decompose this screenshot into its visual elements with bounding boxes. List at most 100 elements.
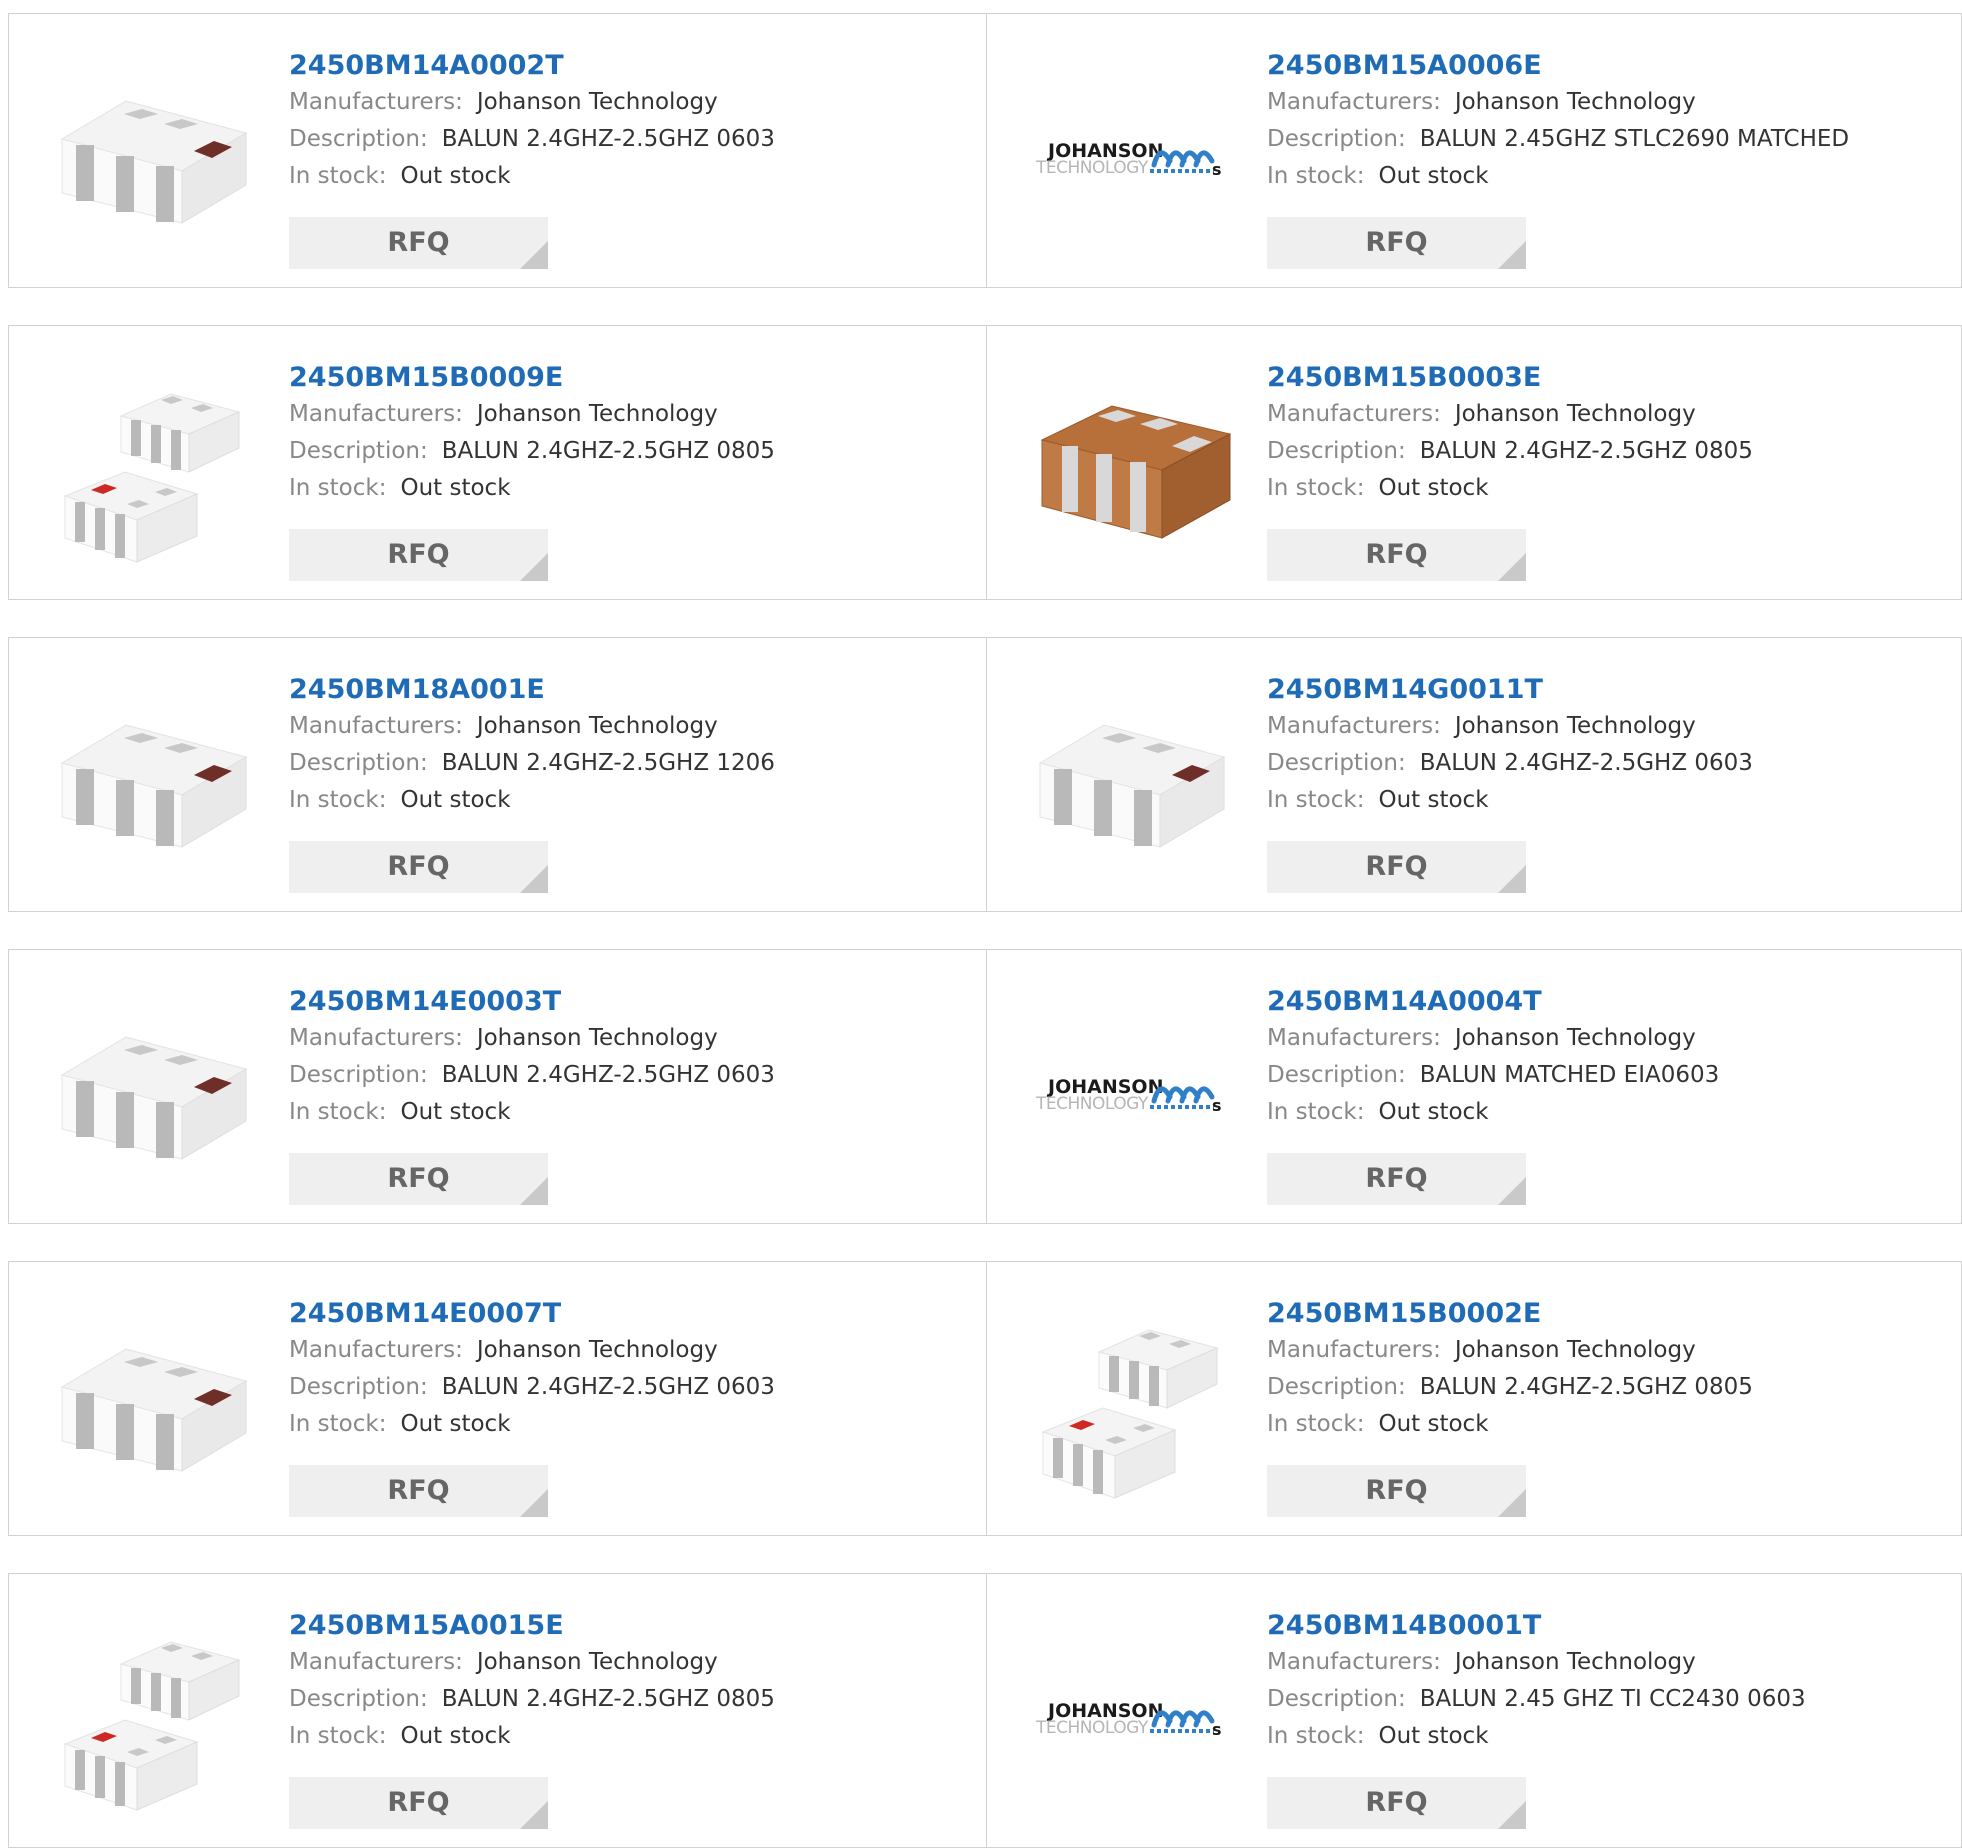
stock-value: Out stock — [1378, 1099, 1489, 1125]
description-label: Description: — [1267, 750, 1406, 776]
rfq-button[interactable]: RFQ — [1267, 1777, 1526, 1829]
in-stock-label: In stock: — [289, 475, 387, 501]
in-stock-label: In stock: — [1267, 1411, 1365, 1437]
white-chip-image[interactable] — [49, 1304, 259, 1514]
stock-value: Out stock — [400, 475, 511, 501]
manufacturers-label: Manufacturers: — [1267, 713, 1441, 739]
description-value: BALUN 2.4GHZ-2.5GHZ 0805 — [1419, 438, 1753, 464]
in-stock-label: In stock: — [289, 1411, 387, 1437]
description-row: Description: BALUN 2.4GHZ-2.5GHZ 0603 — [289, 121, 976, 158]
in-stock-label: In stock: — [1267, 475, 1365, 501]
part-number-link[interactable]: 2450BM18A001E — [289, 672, 976, 708]
description-label: Description: — [289, 750, 428, 776]
description-row: Description: BALUN 2.4GHZ-2.5GHZ 0805 — [1267, 1369, 1951, 1406]
description-value: BALUN 2.4GHZ-2.5GHZ 0603 — [441, 126, 775, 152]
chip-pair-image[interactable] — [1027, 1304, 1237, 1514]
product-card: 2450BM15A0015E Manufacturers: Johanson Te… — [8, 1573, 987, 1848]
manufacturer-value: Johanson Technology — [476, 89, 718, 115]
manufacturers-label: Manufacturers: — [289, 1337, 463, 1363]
stock-row: In stock: Out stock — [1267, 1094, 1951, 1131]
product-card: 2450BM14A0002T Manufacturers: Johanson Te… — [8, 13, 987, 288]
manufacturer-value: Johanson Technology — [476, 1025, 718, 1051]
part-number-link[interactable]: 2450BM14A0004T — [1267, 984, 1951, 1020]
rfq-label: RFQ — [387, 851, 450, 882]
chip-pair-image[interactable] — [49, 1616, 259, 1826]
rfq-label: RFQ — [1365, 539, 1428, 570]
manufacturer-row: Manufacturers: Johanson Technology — [289, 1020, 976, 1057]
product-info: 2450BM14A0004T Manufacturers: Johanson Te… — [1267, 984, 1951, 1131]
description-value: BALUN 2.4GHZ-2.5GHZ 0805 — [441, 438, 775, 464]
stock-row: In stock: Out stock — [289, 470, 976, 507]
rfq-label: RFQ — [387, 539, 450, 570]
manufacturers-label: Manufacturers: — [289, 1649, 463, 1675]
manufacturer-value: Johanson Technology — [1454, 1025, 1696, 1051]
part-number-link[interactable]: 2450BM15B0009E — [289, 360, 976, 396]
manufacturer-value: Johanson Technology — [1454, 713, 1696, 739]
stock-value: Out stock — [1378, 1723, 1489, 1749]
description-row: Description: BALUN 2.4GHZ-2.5GHZ 0805 — [289, 433, 976, 470]
manufacturer-value: Johanson Technology — [476, 713, 718, 739]
svg-text:s: s — [1212, 1096, 1222, 1115]
johanson-logo[interactable]: JOHANSON TECHNOLOGY s — [1027, 56, 1237, 266]
part-number-link[interactable]: 2450BM14G0011T — [1267, 672, 1951, 708]
product-info: 2450BM14B0001T Manufacturers: Johanson Te… — [1267, 1608, 1951, 1755]
in-stock-label: In stock: — [1267, 163, 1365, 189]
description-value: BALUN 2.4GHZ-2.5GHZ 1206 — [441, 750, 775, 776]
white-chip-image[interactable] — [49, 680, 259, 890]
rfq-button[interactable]: RFQ — [1267, 841, 1526, 893]
product-card: 2450BM15B0002E Manufacturers: Johanson Te… — [987, 1261, 1962, 1536]
corner-triangle-icon — [520, 1489, 548, 1517]
svg-text:TECHNOLOGY: TECHNOLOGY — [1035, 1718, 1149, 1738]
stock-row: In stock: Out stock — [289, 158, 976, 195]
manufacturer-row: Manufacturers: Johanson Technology — [1267, 1332, 1951, 1369]
stock-value: Out stock — [400, 1411, 511, 1437]
in-stock-label: In stock: — [289, 1723, 387, 1749]
part-number-link[interactable]: 2450BM15A0015E — [289, 1608, 976, 1644]
rfq-button[interactable]: RFQ — [289, 1153, 548, 1205]
part-number-link[interactable]: 2450BM14E0003T — [289, 984, 976, 1020]
product-card: 2450BM14E0007T Manufacturers: Johanson Te… — [8, 1261, 987, 1536]
white-chip-image[interactable] — [49, 992, 259, 1202]
rfq-button[interactable]: RFQ — [289, 529, 548, 581]
stock-row: In stock: Out stock — [289, 1094, 976, 1131]
manufacturer-row: Manufacturers: Johanson Technology — [1267, 1020, 1951, 1057]
manufacturer-row: Manufacturers: Johanson Technology — [1267, 1644, 1951, 1681]
description-row: Description: BALUN 2.4GHZ-2.5GHZ 0603 — [1267, 745, 1951, 782]
part-number-link[interactable]: 2450BM14A0002T — [289, 48, 976, 84]
white-chip-image[interactable] — [49, 56, 259, 266]
manufacturers-label: Manufacturers: — [1267, 1649, 1441, 1675]
part-number-link[interactable]: 2450BM14E0007T — [289, 1296, 976, 1332]
white-chip-image[interactable] — [1027, 680, 1237, 890]
rfq-button[interactable]: RFQ — [1267, 1465, 1526, 1517]
johanson-logo[interactable]: JOHANSON TECHNOLOGY s — [1027, 992, 1237, 1202]
brown-chip-image[interactable] — [1027, 368, 1237, 578]
stock-row: In stock: Out stock — [1267, 158, 1951, 195]
rfq-button[interactable]: RFQ — [1267, 529, 1526, 581]
part-number-link[interactable]: 2450BM14B0001T — [1267, 1608, 1951, 1644]
rfq-button[interactable]: RFQ — [1267, 217, 1526, 269]
manufacturers-label: Manufacturers: — [1267, 89, 1441, 115]
chip-pair-image[interactable] — [49, 368, 259, 578]
manufacturer-row: Manufacturers: Johanson Technology — [289, 84, 976, 121]
part-number-link[interactable]: 2450BM15A0006E — [1267, 48, 1951, 84]
product-card: JOHANSON TECHNOLOGY s 2450BM14A0004T Man… — [987, 949, 1962, 1224]
description-label: Description: — [1267, 438, 1406, 464]
rfq-label: RFQ — [1365, 227, 1428, 258]
rfq-button[interactable]: RFQ — [289, 1777, 548, 1829]
johanson-logo[interactable]: JOHANSON TECHNOLOGY s — [1027, 1616, 1237, 1826]
corner-triangle-icon — [520, 1801, 548, 1829]
product-card: 2450BM18A001E Manufacturers: Johanson Tec… — [8, 637, 987, 912]
manufacturer-row: Manufacturers: Johanson Technology — [1267, 708, 1951, 745]
in-stock-label: In stock: — [1267, 1099, 1365, 1125]
product-info: 2450BM14G0011T Manufacturers: Johanson Te… — [1267, 672, 1951, 819]
rfq-button[interactable]: RFQ — [289, 217, 548, 269]
product-info: 2450BM14E0003T Manufacturers: Johanson Te… — [289, 984, 976, 1131]
product-card: 2450BM15B0009E Manufacturers: Johanson Te… — [8, 325, 987, 600]
rfq-button[interactable]: RFQ — [289, 841, 548, 893]
rfq-label: RFQ — [387, 227, 450, 258]
rfq-button[interactable]: RFQ — [1267, 1153, 1526, 1205]
part-number-link[interactable]: 2450BM15B0003E — [1267, 360, 1951, 396]
part-number-link[interactable]: 2450BM15B0002E — [1267, 1296, 1951, 1332]
rfq-button[interactable]: RFQ — [289, 1465, 548, 1517]
manufacturer-row: Manufacturers: Johanson Technology — [289, 708, 976, 745]
